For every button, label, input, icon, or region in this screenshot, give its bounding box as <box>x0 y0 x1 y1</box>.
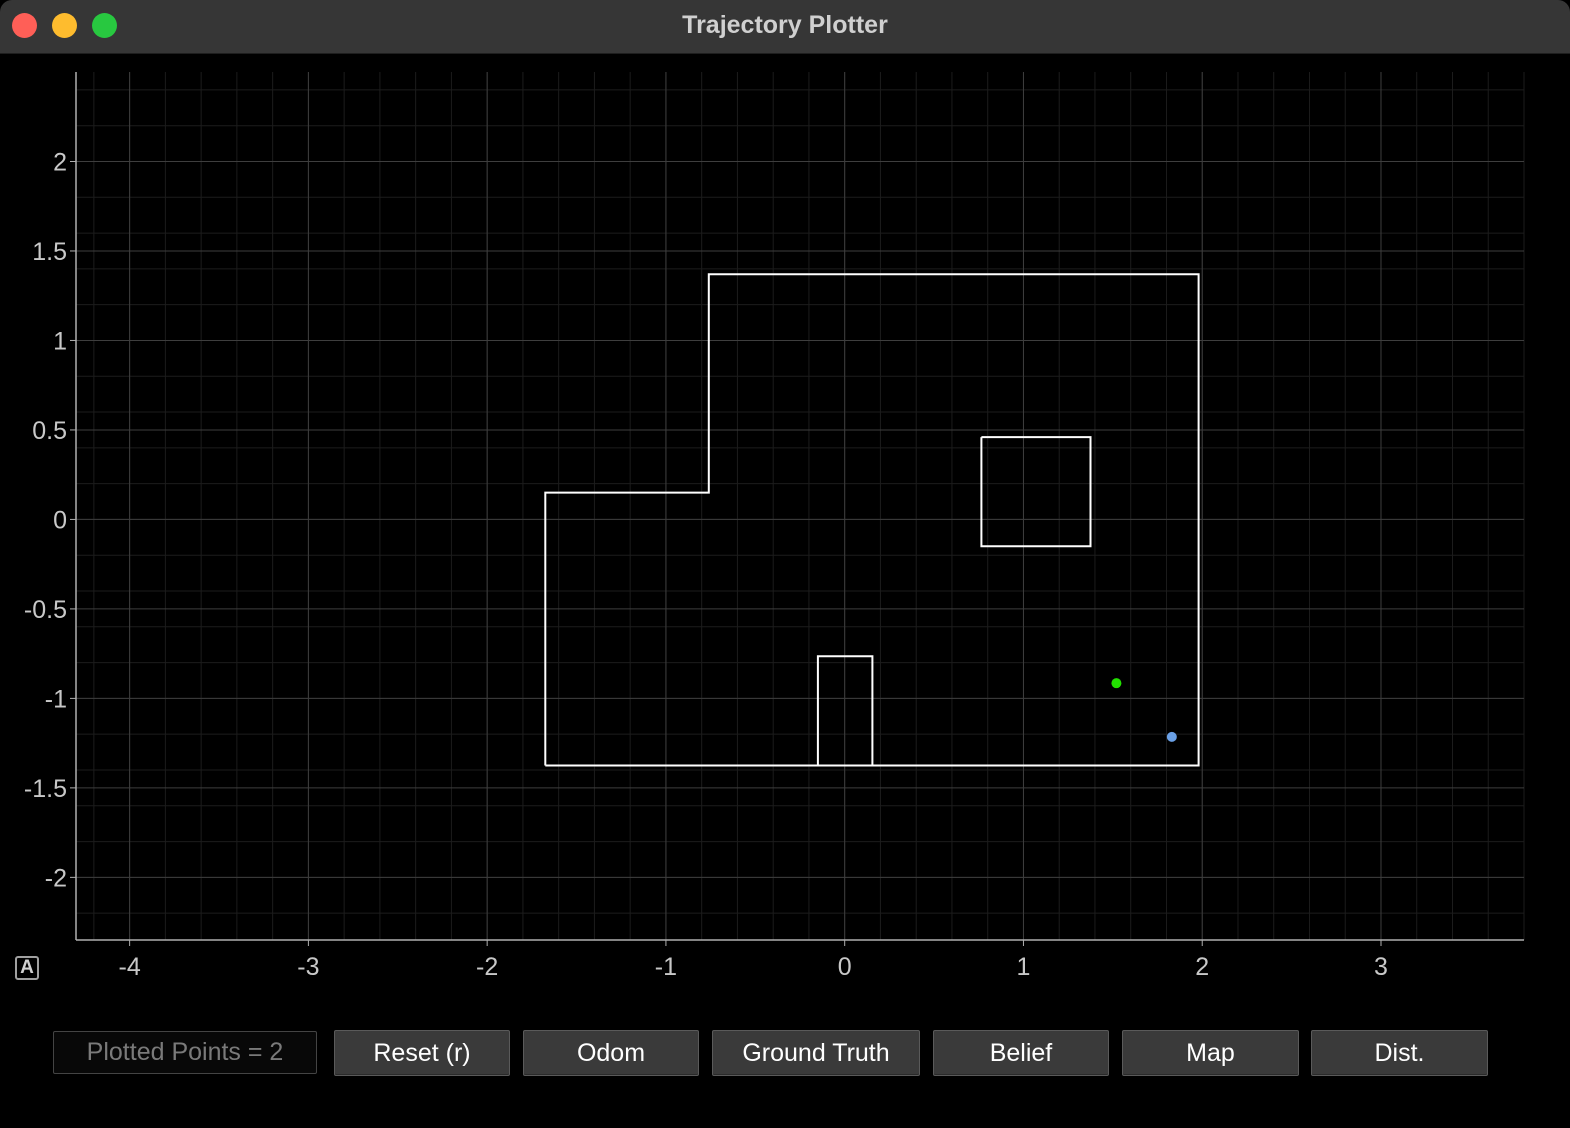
x-tick-label: 2 <box>1195 953 1209 981</box>
x-tick-label: -4 <box>119 953 141 981</box>
dist-button[interactable]: Dist. <box>1311 1030 1488 1076</box>
y-tick-label: -2 <box>45 864 67 892</box>
x-tick-label: 3 <box>1374 953 1388 981</box>
y-tick-label: -0.5 <box>24 596 67 624</box>
y-tick-label: 0.5 <box>32 417 67 445</box>
x-tick-label: 1 <box>1017 953 1031 981</box>
belief-button[interactable]: Belief <box>933 1030 1109 1076</box>
main-content: -4 -3 -2 -1 0 1 2 3 2 1.5 1 0.5 0 -0.5 -1 -1.5 -2 A Plot… <box>0 54 1570 1128</box>
x-tick-label: -3 <box>297 953 319 981</box>
y-tick-label: 1 <box>53 327 67 355</box>
x-tick-label: 0 <box>838 953 852 981</box>
map-wall <box>980 436 1092 548</box>
y-tick-label: 2 <box>53 148 67 176</box>
auto-range-icon[interactable]: A <box>15 956 39 980</box>
y-tick-label: -1 <box>45 685 67 713</box>
y-tick-label: 1.5 <box>32 238 67 266</box>
trajectory-plot[interactable]: -4 -3 -2 -1 0 1 2 3 2 1.5 1 0.5 0 -0.5 -1 -1.5 -2 <box>0 54 1570 1014</box>
trajectory-point <box>1166 731 1177 742</box>
y-tick-label: 0 <box>53 506 67 534</box>
map-button[interactable]: Map <box>1122 1030 1299 1076</box>
x-tick-label: -1 <box>655 953 677 981</box>
bottom-toolbar: Plotted Points = 2 Reset (r) Odom Ground… <box>0 1030 1570 1078</box>
reset-button[interactable]: Reset (r) <box>334 1030 510 1076</box>
odom-button[interactable]: Odom <box>523 1030 699 1076</box>
window-title: Trajectory Plotter <box>682 11 888 39</box>
title-bar: Trajectory Plotter <box>0 0 1570 54</box>
y-tick-label: -1.5 <box>24 775 67 803</box>
plotted-points-counter: Plotted Points = 2 <box>53 1031 317 1074</box>
ground-truth-button[interactable]: Ground Truth <box>712 1030 920 1076</box>
trajectory-point <box>1111 678 1122 689</box>
x-tick-label: -2 <box>476 953 498 981</box>
